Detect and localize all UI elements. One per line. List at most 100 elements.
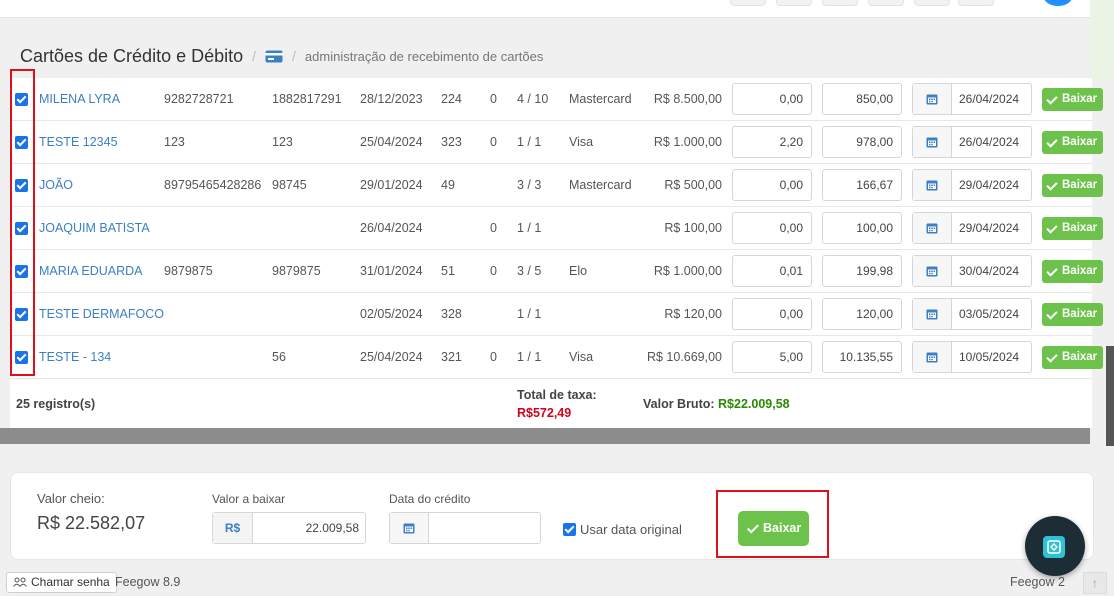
patient-name-link[interactable]: MARIA EDUARDA [39,250,143,292]
liquido-input[interactable]: 850,00 [822,83,902,115]
calendar-icon [926,309,938,320]
cell-parcela: 4 / 10 [517,92,549,106]
total-taxa-value: R$572,49 [517,406,572,420]
toolbar-button[interactable] [868,0,904,6]
calendar-icon [926,223,938,234]
breadcrumb-current: administração de recebimento de cartões [304,48,544,64]
calendar-addon[interactable] [913,84,952,114]
usar-data-original-label: Usar data original [580,522,682,537]
chamar-senha-label: Chamar senha [31,575,110,589]
toolbar-button[interactable] [958,0,994,6]
credit-date-field[interactable]: 29/04/2024 [912,212,1032,244]
data-credito-field[interactable] [389,512,541,544]
calendar-addon[interactable] [913,170,952,200]
baixar-row-button[interactable]: Baixar [1042,174,1103,197]
liquido-input[interactable]: 100,00 [822,212,902,244]
toolbar-button[interactable] [776,0,812,6]
cell-c3: 321 [441,350,462,364]
calendar-addon[interactable] [913,213,952,243]
cell-c2: 9879875 [272,264,321,278]
credit-date-field[interactable]: 03/05/2024 [912,298,1032,330]
valor-baixar-field[interactable]: R$ 22.009,58 [212,512,366,544]
calendar-addon[interactable] [913,342,952,372]
credit-date-value[interactable]: 29/04/2024 [959,213,1019,243]
liquido-input[interactable]: 978,00 [822,126,902,158]
credit-date-field[interactable]: 10/05/2024 [912,341,1032,373]
toolbar-button[interactable] [730,0,766,6]
liquido-input[interactable]: 166,67 [822,169,902,201]
taxa-input[interactable]: 0,00 [732,83,812,115]
credit-date-value[interactable]: 03/05/2024 [959,299,1019,329]
floating-assistant-button[interactable] [1025,516,1085,576]
table-row: JOAQUIM BATISTA 26/04/2024 0 1 / 1 R$ 100,00… [10,207,1103,250]
scroll-to-top-button[interactable]: ↑ [1083,572,1107,594]
cell-parcela: 3 / 5 [517,264,542,278]
baixar-row-button[interactable]: Baixar [1042,303,1103,326]
taxa-input[interactable]: 0,00 [732,212,812,244]
toolbar-button[interactable] [914,0,950,6]
user-avatar[interactable] [1044,0,1072,6]
patient-name-link[interactable]: TESTE - 134 [39,336,111,378]
people-icon [13,577,27,587]
credit-date-value[interactable]: 30/04/2024 [959,256,1019,286]
cell-parcela: 1 / 1 [517,135,542,149]
credit-date-field[interactable]: 26/04/2024 [912,126,1032,158]
baixar-row-label: Baixar [1062,351,1098,363]
vertical-scrollbar[interactable] [1106,346,1114,446]
cell-c3: 323 [441,135,462,149]
patient-name-link[interactable]: MILENA LYRA [39,78,120,120]
taxa-input[interactable]: 5,00 [732,341,812,373]
patient-name-link[interactable]: JOAQUIM BATISTA [39,207,150,249]
patient-name-link[interactable]: TESTE DERMAFOCO [39,293,164,335]
liquido-input[interactable]: 10.135,55 [822,341,902,373]
baixar-row-button[interactable]: Baixar [1042,346,1103,369]
credit-card-icon [265,50,283,62]
baixar-row-button[interactable]: Baixar [1042,131,1103,154]
cell-bandeira: Elo [569,264,588,278]
valor-bruto: Valor Bruto: R$22.009,58 [643,397,790,411]
taxa-input[interactable]: 0,01 [732,255,812,287]
taxa-input[interactable]: 0,00 [732,298,812,330]
baixar-row-button[interactable]: Baixar [1042,88,1103,111]
calendar-addon[interactable] [913,256,952,286]
valor-baixar-value[interactable]: 22.009,58 [306,513,359,543]
credit-date-value[interactable]: 26/04/2024 [959,84,1019,114]
toolbar-button[interactable] [822,0,858,6]
patient-name-link[interactable]: JOÃO [39,164,73,206]
credit-date-value[interactable]: 10/05/2024 [959,342,1019,372]
taxa-input[interactable]: 0,00 [732,169,812,201]
baixar-row-button[interactable]: Baixar [1042,260,1103,283]
cell-valor: R$ 8.500,00 [653,92,722,106]
credit-date-field[interactable]: 29/04/2024 [912,169,1032,201]
credit-date-field[interactable]: 26/04/2024 [912,83,1032,115]
cell-c1: 123 [164,135,185,149]
usar-data-original-checkbox[interactable] [563,523,576,536]
calendar-addon[interactable] [913,299,952,329]
data-credito-label: Data do crédito [389,492,471,506]
calendar-addon[interactable] [390,513,429,543]
cell-c3: 49 [441,178,455,192]
cell-date: 29/01/2024 [360,178,423,192]
credit-date-field[interactable]: 30/04/2024 [912,255,1032,287]
cell-valor: R$ 1.000,00 [653,264,722,278]
taxa-input[interactable]: 2,20 [732,126,812,158]
liquido-input[interactable]: 120,00 [822,298,902,330]
credit-date-value[interactable]: 26/04/2024 [959,127,1019,157]
baixar-row-label: Baixar [1062,179,1098,191]
horizontal-scrollbar[interactable] [0,428,1090,444]
baixar-row-label: Baixar [1062,308,1098,320]
table-row: JOÃO 89795465428286 98745 29/01/2024 49 3 / 3… [10,164,1103,207]
calendar-addon[interactable] [913,127,952,157]
highlight-box-baixar [716,490,829,558]
calendar-icon [926,352,938,363]
breadcrumb-separator: / [292,48,296,64]
total-taxa-label: Total de taxa: [517,388,597,402]
baixar-row-button[interactable]: Baixar [1042,217,1103,240]
credit-date-value[interactable]: 29/04/2024 [959,170,1019,200]
liquido-input[interactable]: 199,98 [822,255,902,287]
chamar-senha-button[interactable]: Chamar senha [6,572,117,593]
baixar-row-label: Baixar [1062,93,1098,105]
cell-valor: R$ 1.000,00 [653,135,722,149]
patient-name-link[interactable]: TESTE 12345 [39,121,118,163]
table-row: TESTE DERMAFOCO 02/05/2024 328 1 / 1 R$ 120,… [10,293,1103,336]
